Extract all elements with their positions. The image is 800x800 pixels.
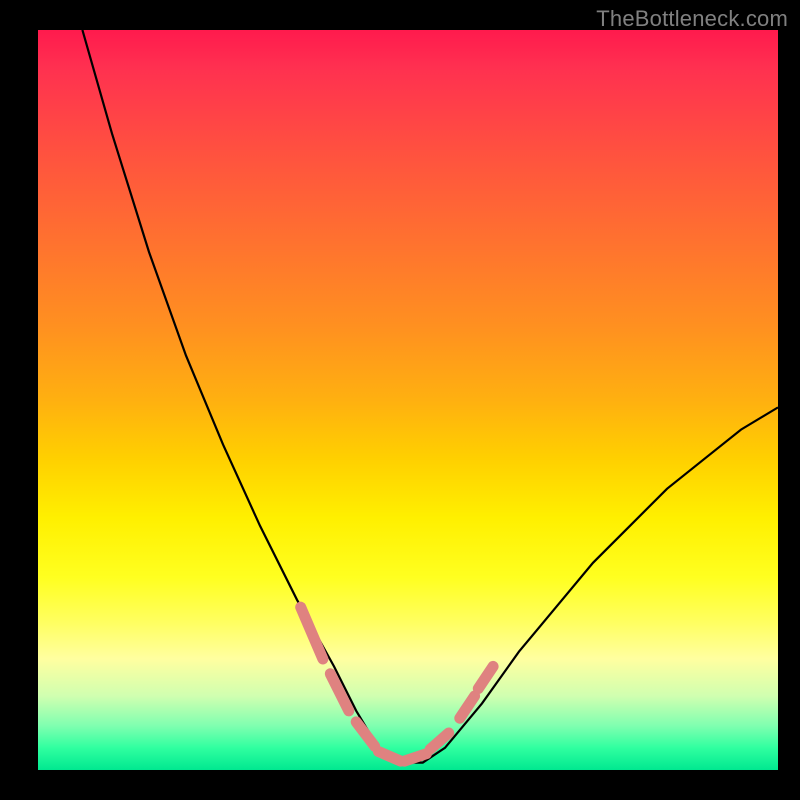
highlight-dash xyxy=(460,696,475,718)
chart-plot-area xyxy=(38,30,778,770)
highlight-dash xyxy=(301,607,323,659)
highlight-dash xyxy=(430,733,449,749)
bottleneck-curve xyxy=(82,30,778,763)
highlight-dash xyxy=(378,752,400,762)
highlight-dash xyxy=(356,722,375,746)
highlight-dash xyxy=(404,754,426,761)
highlight-dashes xyxy=(301,607,493,761)
highlight-dash xyxy=(330,674,349,711)
chart-svg xyxy=(38,30,778,770)
watermark-text: TheBottleneck.com xyxy=(596,6,788,32)
highlight-dash xyxy=(478,666,493,688)
